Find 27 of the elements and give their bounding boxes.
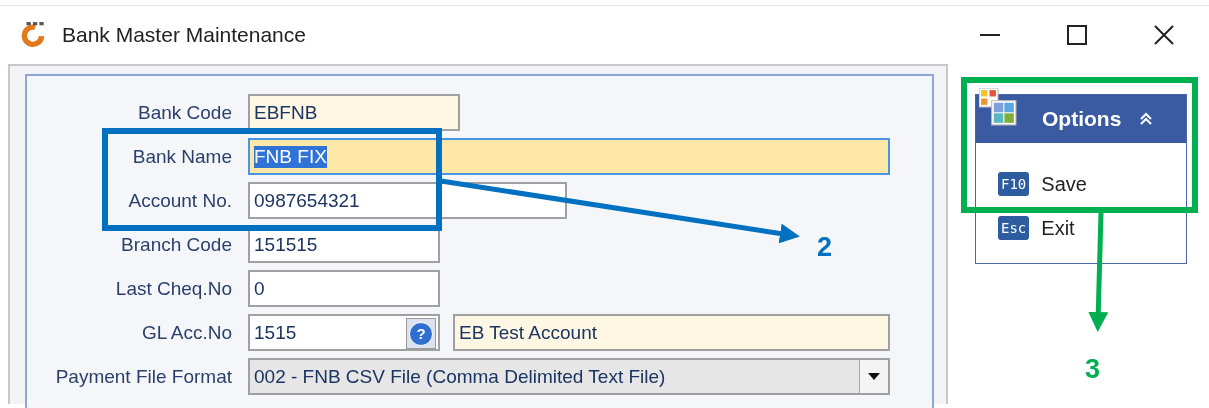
options-header[interactable]: Options xyxy=(976,95,1186,143)
close-icon[interactable] xyxy=(1153,24,1175,46)
key-cap: F10 xyxy=(998,172,1030,196)
input-field[interactable]: FNB FIX xyxy=(248,138,890,175)
maximize-icon[interactable] xyxy=(1066,24,1088,46)
help-button[interactable]: ? xyxy=(406,318,436,349)
input-field[interactable]: EBFNB xyxy=(248,94,460,131)
field-label: Bank Name xyxy=(131,145,232,168)
options-title: Options xyxy=(1042,107,1122,131)
field-label: Account No. xyxy=(127,189,232,212)
field-label: Bank Code xyxy=(137,101,232,124)
callout-number: 3 xyxy=(1085,354,1101,384)
collapse-icon[interactable] xyxy=(1139,112,1154,126)
option-item[interactable]: F10 Save xyxy=(976,163,1186,205)
input-field[interactable]: 0 xyxy=(248,270,440,307)
key-cap: Esc xyxy=(998,216,1030,240)
description-field: EB Test Account xyxy=(453,314,890,351)
field-label: Branch Code xyxy=(120,233,232,256)
input-field[interactable]: 0987654321 xyxy=(248,182,567,219)
field-label: GL Acc.No xyxy=(140,321,232,344)
callout-number: 2 xyxy=(817,232,833,262)
window-title: Bank Master Maintenance xyxy=(62,23,306,47)
dropdown-field[interactable]: 002 - FNB CSV File (Comma Delimited Text File) xyxy=(248,358,890,395)
caret-icon xyxy=(868,373,880,380)
field-label: Payment File Format xyxy=(54,365,232,388)
field-label: Last Cheq.No xyxy=(114,277,232,300)
option-item[interactable]: Esc Exit xyxy=(976,207,1186,249)
